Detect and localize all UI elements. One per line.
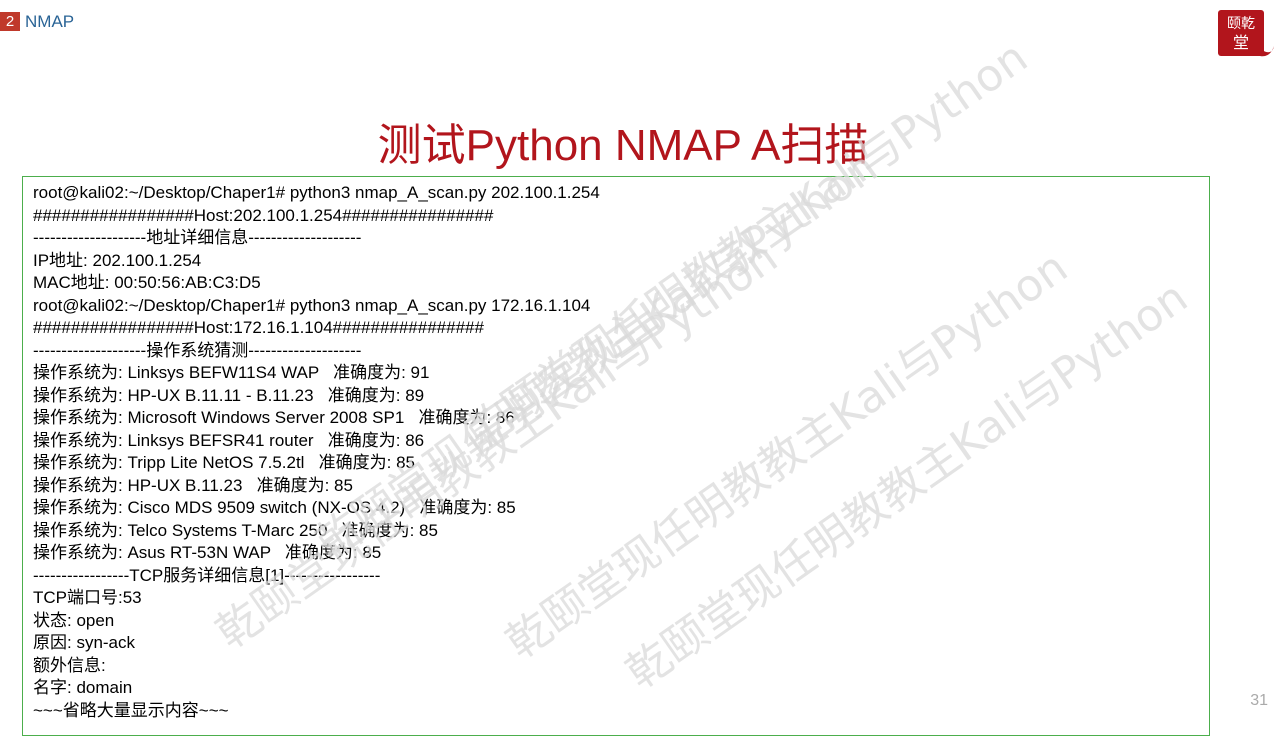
terminal-line: 操作系统为: Linksys BEFW11S4 WAP 准确度为: 91 xyxy=(33,363,430,382)
terminal-line: 状态: open xyxy=(33,610,115,630)
terminal-line: IP地址: 202.100.1.254 xyxy=(33,250,202,270)
terminal-output-box: root@kali02:~/Desktop/Chaper1# python3 n… xyxy=(22,176,1210,736)
terminal-line: --------------------操作系统猜测--------------… xyxy=(33,340,362,360)
section-number-badge: 2 xyxy=(0,12,20,31)
terminal-line: root@kali02:~/Desktop/Chaper1# python3 n… xyxy=(33,295,591,315)
terminal-line: 操作系统为: Asus RT-53N WAP 准确度为: 85 xyxy=(33,543,382,562)
terminal-line: 操作系统为: Microsoft Windows Server 2008 SP1… xyxy=(33,408,515,427)
terminal-line: 名字: domain xyxy=(33,678,133,697)
terminal-line: 原因: syn-ack xyxy=(33,633,136,652)
slide-title: 测试Python NMAP A扫描 xyxy=(377,121,869,170)
qianyitang-logo: 颐乾 堂 xyxy=(1218,10,1274,57)
terminal-line: 操作系统为: Tripp Lite NetOS 7.5.2tl 准确度为: 85 xyxy=(33,453,415,472)
terminal-line: 操作系统为: HP-UX B.11.11 - B.11.23 准确度为: 89 xyxy=(33,385,425,405)
terminal-line: 操作系统为: HP-UX B.11.23 准确度为: 85 xyxy=(33,475,353,495)
svg-text:颐乾: 颐乾 xyxy=(1227,16,1255,32)
terminal-line: #################Host:172.16.1.104######… xyxy=(33,318,484,337)
section-title: NMAP xyxy=(25,12,75,31)
svg-text:堂: 堂 xyxy=(1233,33,1249,52)
terminal-line: 操作系统为: Linksys BEFSR41 router 准确度为: 86 xyxy=(33,430,425,450)
terminal-line: 额外信息: xyxy=(33,655,106,675)
terminal-line: TCP端口号:53 xyxy=(33,588,142,607)
terminal-line: MAC地址: 00:50:56:AB:C3:D5 xyxy=(33,273,261,292)
terminal-line: #################Host:202.100.1.254#####… xyxy=(33,205,494,225)
terminal-line: --------------------地址详细信息--------------… xyxy=(33,228,362,247)
page-number: 31 xyxy=(1250,692,1268,709)
terminal-line: 操作系统为: Cisco MDS 9509 switch (NX-OS 4.2)… xyxy=(33,498,516,517)
terminal-line: root@kali02:~/Desktop/Chaper1# python3 n… xyxy=(33,183,600,202)
terminal-line: 操作系统为: Telco Systems T-Marc 250 准确度为: 85 xyxy=(33,520,438,540)
terminal-line: ~~~省略大量显示内容~~~ xyxy=(33,700,229,720)
terminal-line: -----------------TCP服务详细信息[1]-----------… xyxy=(33,565,381,585)
